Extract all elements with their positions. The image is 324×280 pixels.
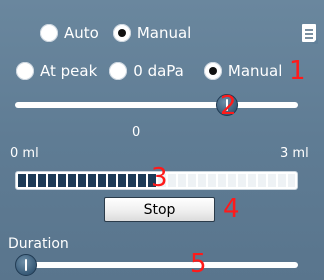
pressure-0-dapa-label: 0 daPa (133, 62, 184, 80)
probe-control-panel: Auto Manual At peak 0 daPa Manual 1 2 0 … (0, 0, 324, 280)
pressure-slider-track[interactable] (15, 102, 298, 108)
volume-mid-label: 0 (132, 125, 141, 140)
pressure-at-peak-radio[interactable]: At peak (16, 62, 97, 80)
mode-manual-radio[interactable]: Manual (112, 24, 192, 42)
pressure-manual-radio[interactable]: Manual (203, 62, 283, 80)
note-icon[interactable] (302, 24, 318, 44)
pressure-manual-label: Manual (227, 62, 283, 80)
radio-icon (109, 62, 128, 80)
radio-icon (112, 24, 131, 42)
radio-icon (40, 24, 58, 42)
pressure-0-dapa-radio[interactable]: 0 daPa (109, 62, 184, 80)
radio-icon (16, 62, 34, 80)
callout-4: 4 (223, 194, 240, 224)
radio-icon (203, 62, 222, 80)
pressure-radio-group: At peak 0 daPa Manual (16, 59, 282, 83)
duration-slider-thumb[interactable] (15, 254, 37, 276)
stop-button[interactable]: Stop (104, 197, 215, 222)
volume-progress-remaining (158, 174, 295, 187)
callout-5: 5 (190, 249, 207, 279)
volume-progress-fill (18, 174, 158, 187)
mode-auto-label: Auto (64, 24, 99, 42)
volume-min-label: 0 ml (10, 146, 39, 161)
callout-1: 1 (289, 56, 306, 86)
mode-radio-group: Auto Manual (40, 21, 191, 45)
callout-3: 3 (151, 163, 168, 193)
callout-2: 2 (220, 91, 237, 121)
duration-label: Duration (8, 236, 69, 252)
mode-manual-label: Manual (136, 24, 192, 42)
duration-slider-track[interactable] (15, 262, 298, 268)
pressure-at-peak-label: At peak (40, 62, 98, 80)
volume-max-label: 3 ml (280, 146, 309, 161)
mode-auto-radio[interactable]: Auto (40, 24, 99, 42)
